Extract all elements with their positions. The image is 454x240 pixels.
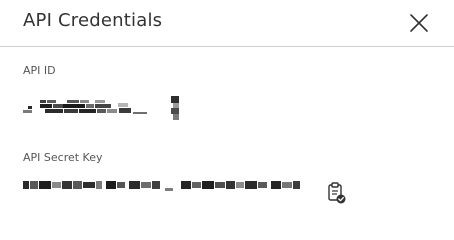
api-credentials-dialog: API Credentials API ID API Secret Key	[0, 0, 454, 239]
api-secret-key-label: API Secret Key	[23, 151, 103, 164]
api-id-redacted-value	[23, 96, 179, 120]
api-id-label: API ID	[23, 64, 56, 77]
dialog-title: API Credentials	[23, 10, 163, 31]
api-secret-redacted-value	[23, 181, 300, 191]
clipboard-check-icon	[328, 182, 346, 204]
copy-secret-button[interactable]	[326, 181, 348, 205]
dialog-header: API Credentials	[0, 0, 454, 47]
close-icon	[410, 14, 428, 32]
close-button[interactable]	[404, 10, 434, 38]
